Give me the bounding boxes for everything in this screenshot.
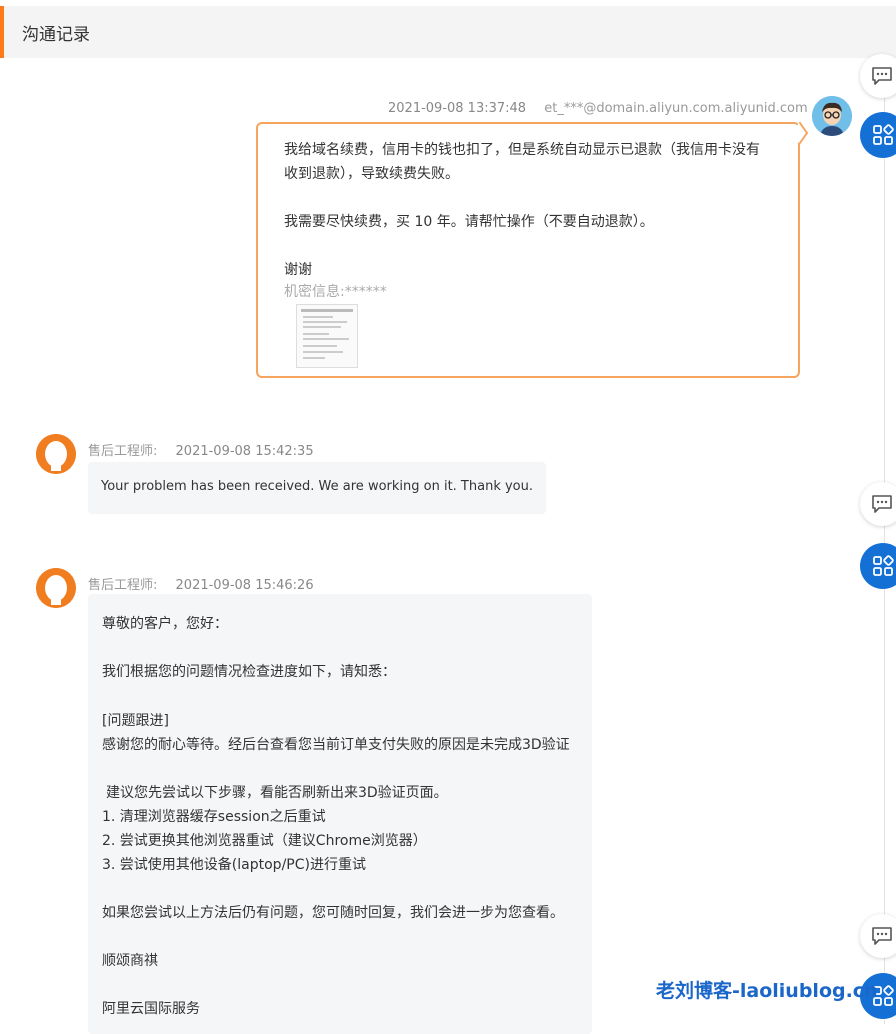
chat-bubble-icon xyxy=(872,927,892,945)
message-line: 阿里云国际服务 xyxy=(102,1001,200,1017)
message-time: 2021-09-08 15:46:26 xyxy=(175,578,314,593)
message-line: [问题跟进] xyxy=(102,713,169,729)
message-text: Your problem has been received. We are w… xyxy=(101,479,533,494)
agent-avatar-icon xyxy=(36,434,76,474)
apps-grid-icon xyxy=(873,555,894,576)
attachment-thumbnail[interactable] xyxy=(296,304,358,368)
message-line: 谢谢 xyxy=(284,262,312,278)
message-line: 建议您先尝试以下步骤，看能否刷新出来3D验证页面。 xyxy=(106,785,448,801)
apps-grid-icon xyxy=(873,124,894,145)
customer-avatar xyxy=(812,96,852,136)
customer-message-bubble: 我给域名续费，信用卡的钱也扣了，但是系统自动显示已退款（我信用卡没有 收到退款）… xyxy=(256,122,800,378)
message-line: 3. 尝试使用其他设备(laptop/PC)进行重试 xyxy=(102,857,366,873)
message-line: 收到退款），导致续费失败。 xyxy=(284,166,459,182)
message-meta: 2021-09-08 13:37:48 et_***@domain.aliyun… xyxy=(388,101,808,116)
message-sender: et_***@domain.aliyun.com.aliyunid.com xyxy=(544,101,808,116)
message-time: 2021-09-08 13:37:48 xyxy=(388,101,527,116)
timeline-divider xyxy=(884,60,885,1024)
engineer-avatar xyxy=(36,434,76,474)
chat-bubble-icon xyxy=(872,495,892,513)
sender-role: 售后工程师: xyxy=(88,578,158,593)
message-line: 2. 尝试更换其他浏览器重试（建议Chrome浏览器） xyxy=(102,833,427,849)
confidential-label: 机密信息:****** xyxy=(284,284,387,300)
message-line: 感谢您的耐心等待。经后台查看您当前订单支付失败的原因是未完成3D验证 xyxy=(102,737,570,753)
engineer-avatar xyxy=(36,568,76,608)
chat-button[interactable] xyxy=(860,54,896,98)
message-line: 尊敬的客户，您好： xyxy=(102,616,228,632)
message-line: 1. 清理浏览器缓存session之后重试 xyxy=(102,809,326,825)
user-avatar-icon xyxy=(812,96,852,136)
watermark: 老刘博客-laoliublog.cn xyxy=(656,980,878,1002)
message-line: 我给域名续费，信用卡的钱也扣了，但是系统自动显示已退款（我信用卡没有 xyxy=(284,142,760,158)
agent-avatar-icon xyxy=(36,568,76,608)
apps-button[interactable] xyxy=(860,112,896,158)
message-line: 我们根据您的问题情况检查进度如下，请知悉： xyxy=(102,664,396,680)
message-meta: 售后工程师: 2021-09-08 15:46:26 xyxy=(88,574,314,593)
message-line: 顺颂商祺 xyxy=(102,953,158,969)
chat-button[interactable] xyxy=(860,914,896,958)
page-title: 沟通记录 xyxy=(22,25,90,45)
engineer-message-bubble: Your problem has been received. We are w… xyxy=(88,462,546,514)
message-line: 我需要尽快续费，买 10 年。请帮忙操作（不要自动退款）。 xyxy=(284,214,654,230)
sender-role: 售后工程师: xyxy=(88,444,158,459)
apps-button[interactable] xyxy=(860,543,896,589)
message-time: 2021-09-08 15:42:35 xyxy=(175,444,314,459)
page-header: 沟通记录 xyxy=(0,6,896,58)
chat-bubble-icon xyxy=(872,67,892,85)
message-meta: 售后工程师: 2021-09-08 15:42:35 xyxy=(88,440,314,459)
message-line: 如果您尝试以上方法后仍有问题，您可随时回复，我们会进一步为您查看。 xyxy=(102,905,564,921)
chat-button[interactable] xyxy=(860,482,896,526)
